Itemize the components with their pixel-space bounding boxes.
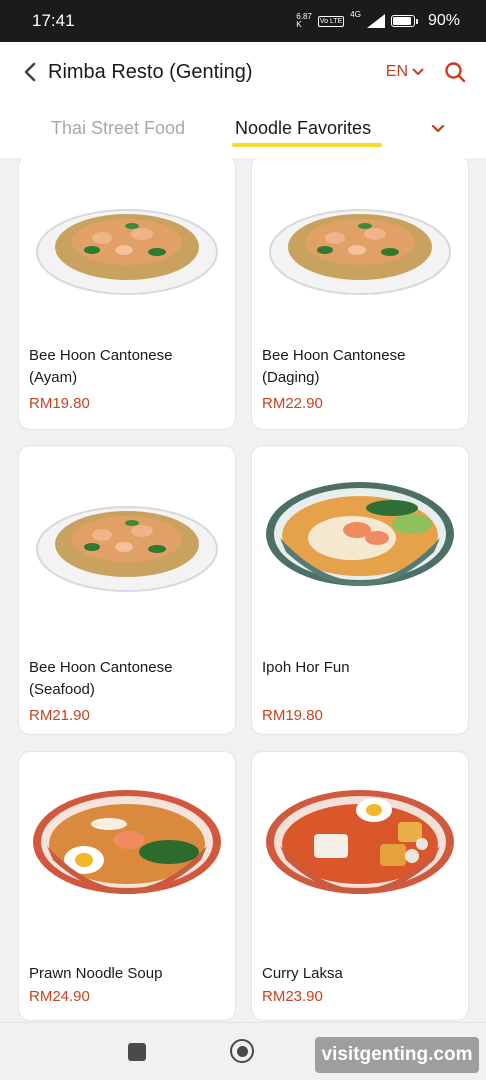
tab-thai-street-food[interactable]: Thai Street Food bbox=[51, 118, 185, 139]
fried-noodle-plate-image bbox=[252, 158, 468, 335]
status-icons: 6.87 K Vo LTE 4G 90% bbox=[296, 10, 460, 30]
battery-icon bbox=[390, 15, 418, 27]
curry-laksa-bowl-image bbox=[252, 762, 468, 942]
recent-apps-button[interactable] bbox=[128, 1043, 146, 1061]
app-header: Rimba Resto (Genting) EN Thai Street Foo… bbox=[0, 42, 486, 158]
product-card[interactable]: Curry Laksa RM23.90 bbox=[251, 751, 469, 1021]
product-card[interactable]: Bee Hoon Cantonese (Daging) RM22.90 bbox=[251, 158, 469, 430]
network-type: 4G bbox=[350, 10, 361, 19]
product-grid: Bee Hoon Cantonese (Ayam) RM19.80 Bee Ho… bbox=[0, 158, 486, 1022]
watermark: visitgenting.com bbox=[315, 1037, 479, 1073]
data-speed-unit: K bbox=[296, 20, 302, 29]
product-card[interactable]: Ipoh Hor Fun RM19.80 bbox=[251, 445, 469, 735]
product-card[interactable]: Bee Hoon Cantonese (Ayam) RM19.80 bbox=[18, 158, 236, 430]
active-tab-indicator bbox=[232, 143, 382, 147]
battery-percentage: 90% bbox=[427, 12, 460, 29]
chevron-down-icon bbox=[431, 124, 445, 132]
product-price: RM23.90 bbox=[262, 988, 323, 1005]
signal-icon bbox=[366, 14, 385, 28]
product-card[interactable]: Bee Hoon Cantonese (Seafood) RM21.90 bbox=[18, 445, 236, 735]
product-name: Bee Hoon Cantonese (Ayam) bbox=[29, 347, 173, 386]
top-bar: Rimba Resto (Genting) EN bbox=[0, 42, 486, 102]
language-selector[interactable]: EN bbox=[386, 63, 424, 81]
product-price: RM24.90 bbox=[29, 988, 90, 1005]
home-icon bbox=[236, 1045, 248, 1057]
search-button[interactable] bbox=[442, 59, 468, 85]
product-price: RM22.90 bbox=[262, 395, 323, 412]
chevron-down-icon bbox=[412, 68, 424, 75]
page-title: Rimba Resto (Genting) bbox=[48, 60, 253, 83]
product-price: RM21.90 bbox=[29, 707, 90, 724]
prawn-noodle-bowl-image bbox=[19, 762, 235, 942]
battery-level-fill bbox=[392, 17, 411, 25]
product-name: Bee Hoon Cantonese (Daging) bbox=[262, 347, 406, 386]
category-tabs: Thai Street Food Noodle Favorites bbox=[0, 102, 486, 158]
product-name: Bee Hoon Cantonese (Seafood) bbox=[29, 659, 173, 698]
status-time: 17:41 bbox=[32, 11, 75, 30]
data-speed-indicator: 6.87 K bbox=[296, 13, 312, 29]
tab-noodle-favorites[interactable]: Noodle Favorites bbox=[235, 118, 371, 139]
product-price: RM19.80 bbox=[29, 395, 90, 412]
volte-icon: Vo LTE bbox=[317, 15, 345, 27]
product-name: Prawn Noodle Soup bbox=[29, 965, 163, 982]
product-price: RM19.80 bbox=[262, 707, 323, 724]
home-button[interactable] bbox=[230, 1039, 254, 1063]
status-bar: 17:41 6.87 K Vo LTE 4G 90% bbox=[0, 0, 486, 42]
more-categories-button[interactable] bbox=[428, 118, 448, 138]
product-name: Ipoh Hor Fun bbox=[262, 659, 350, 676]
chevron-left-icon bbox=[24, 62, 36, 82]
search-icon bbox=[445, 62, 466, 83]
fried-noodle-plate-image bbox=[19, 452, 235, 632]
product-card[interactable]: Prawn Noodle Soup RM24.90 bbox=[18, 751, 236, 1021]
language-label: EN bbox=[385, 63, 408, 80]
product-name: Curry Laksa bbox=[262, 965, 343, 982]
fried-noodle-plate-image bbox=[19, 158, 235, 335]
back-button[interactable] bbox=[18, 60, 42, 84]
hor-fun-bowl-image bbox=[252, 454, 468, 634]
